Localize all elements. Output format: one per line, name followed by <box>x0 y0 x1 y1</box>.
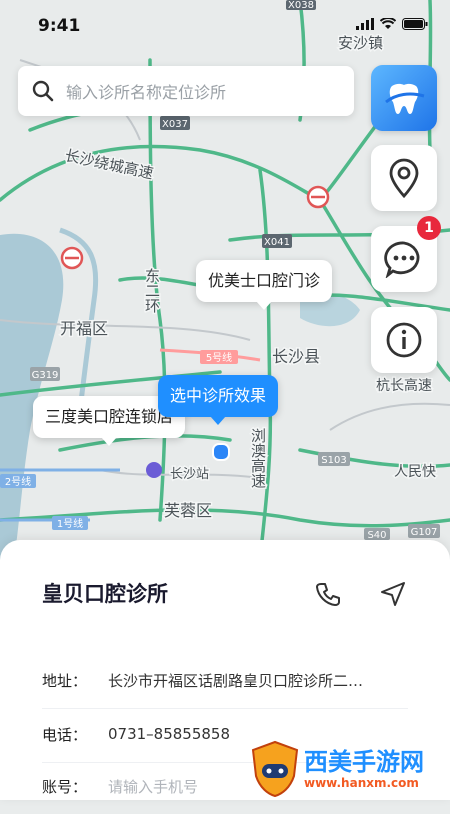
search-bar[interactable]: 输入诊所名称定位诊所 <box>18 66 354 116</box>
road-label-g319: G319 <box>32 370 59 381</box>
road-label-renmin: 人民快 <box>394 464 436 480</box>
message-button[interactable]: 1 <box>371 216 441 292</box>
watermark-url: www.hanxm.com <box>304 776 419 790</box>
status-bar: 9:41 <box>0 0 450 44</box>
location-pin-icon <box>389 158 419 198</box>
metro-label-line1: 1号线 <box>57 517 83 530</box>
road-label-x041: X041 <box>264 237 290 248</box>
place-label-kaifu: 开福区 <box>60 319 108 338</box>
message-badge: 1 <box>417 216 441 240</box>
call-button[interactable] <box>314 580 342 608</box>
search-input[interactable]: 输入诊所名称定位诊所 <box>66 79 226 103</box>
place-label-changsha-station: 长沙站 <box>170 467 209 482</box>
current-location-dot <box>212 443 230 461</box>
marker-youmeishi[interactable]: 优美士口腔门诊 <box>196 260 333 310</box>
locate-button[interactable] <box>371 145 437 211</box>
road-label-x037: X037 <box>162 119 188 130</box>
metro-label-line5: 5号线 <box>206 351 232 364</box>
road-label-s103: S103 <box>321 455 346 466</box>
road-label-east-second-ring: 东二环 <box>143 268 161 313</box>
watermark-title: 西美手游网 <box>304 748 424 776</box>
info-button[interactable] <box>371 307 437 373</box>
wifi-icon <box>380 18 396 29</box>
address-label: 地址： <box>42 671 88 690</box>
place-label-changsha-county: 长沙县 <box>272 347 320 366</box>
address-value: 长沙市开福区话剧路皇贝口腔诊所二… <box>108 671 364 690</box>
account-label: 账号： <box>42 777 88 796</box>
navigation-arrow-icon <box>381 582 405 606</box>
place-label-furong: 芙蓉区 <box>164 501 212 520</box>
signal-icon <box>356 18 374 30</box>
app-logo[interactable] <box>371 65 437 131</box>
metro-label-line2: 2号线 <box>5 475 31 488</box>
shield-logo-icon <box>251 740 299 798</box>
clinic-name: 皇贝口腔诊所 <box>42 582 168 606</box>
system-icons <box>356 18 428 30</box>
status-time: 9:41 <box>38 16 81 36</box>
road-label-liuao: 浏澳高速 <box>249 428 267 489</box>
tooth-logo-icon <box>385 83 425 114</box>
marker-selected[interactable]: 选中诊所效果 <box>158 375 279 425</box>
search-icon <box>32 80 54 102</box>
phone-icon <box>316 583 340 606</box>
watermark: 西美手游网 www.hanxm.com <box>248 738 448 800</box>
phone-label: 电话： <box>42 725 88 744</box>
road-label-g107: G107 <box>411 527 438 538</box>
address-row: 地址： 长沙市开福区话剧路皇贝口腔诊所二… <box>42 652 408 709</box>
navigate-button[interactable] <box>379 580 407 608</box>
chat-bubble-icon <box>384 241 420 278</box>
info-icon <box>386 322 422 358</box>
battery-icon <box>402 18 428 30</box>
road-label-hangchang: 杭长高速 <box>376 377 432 394</box>
